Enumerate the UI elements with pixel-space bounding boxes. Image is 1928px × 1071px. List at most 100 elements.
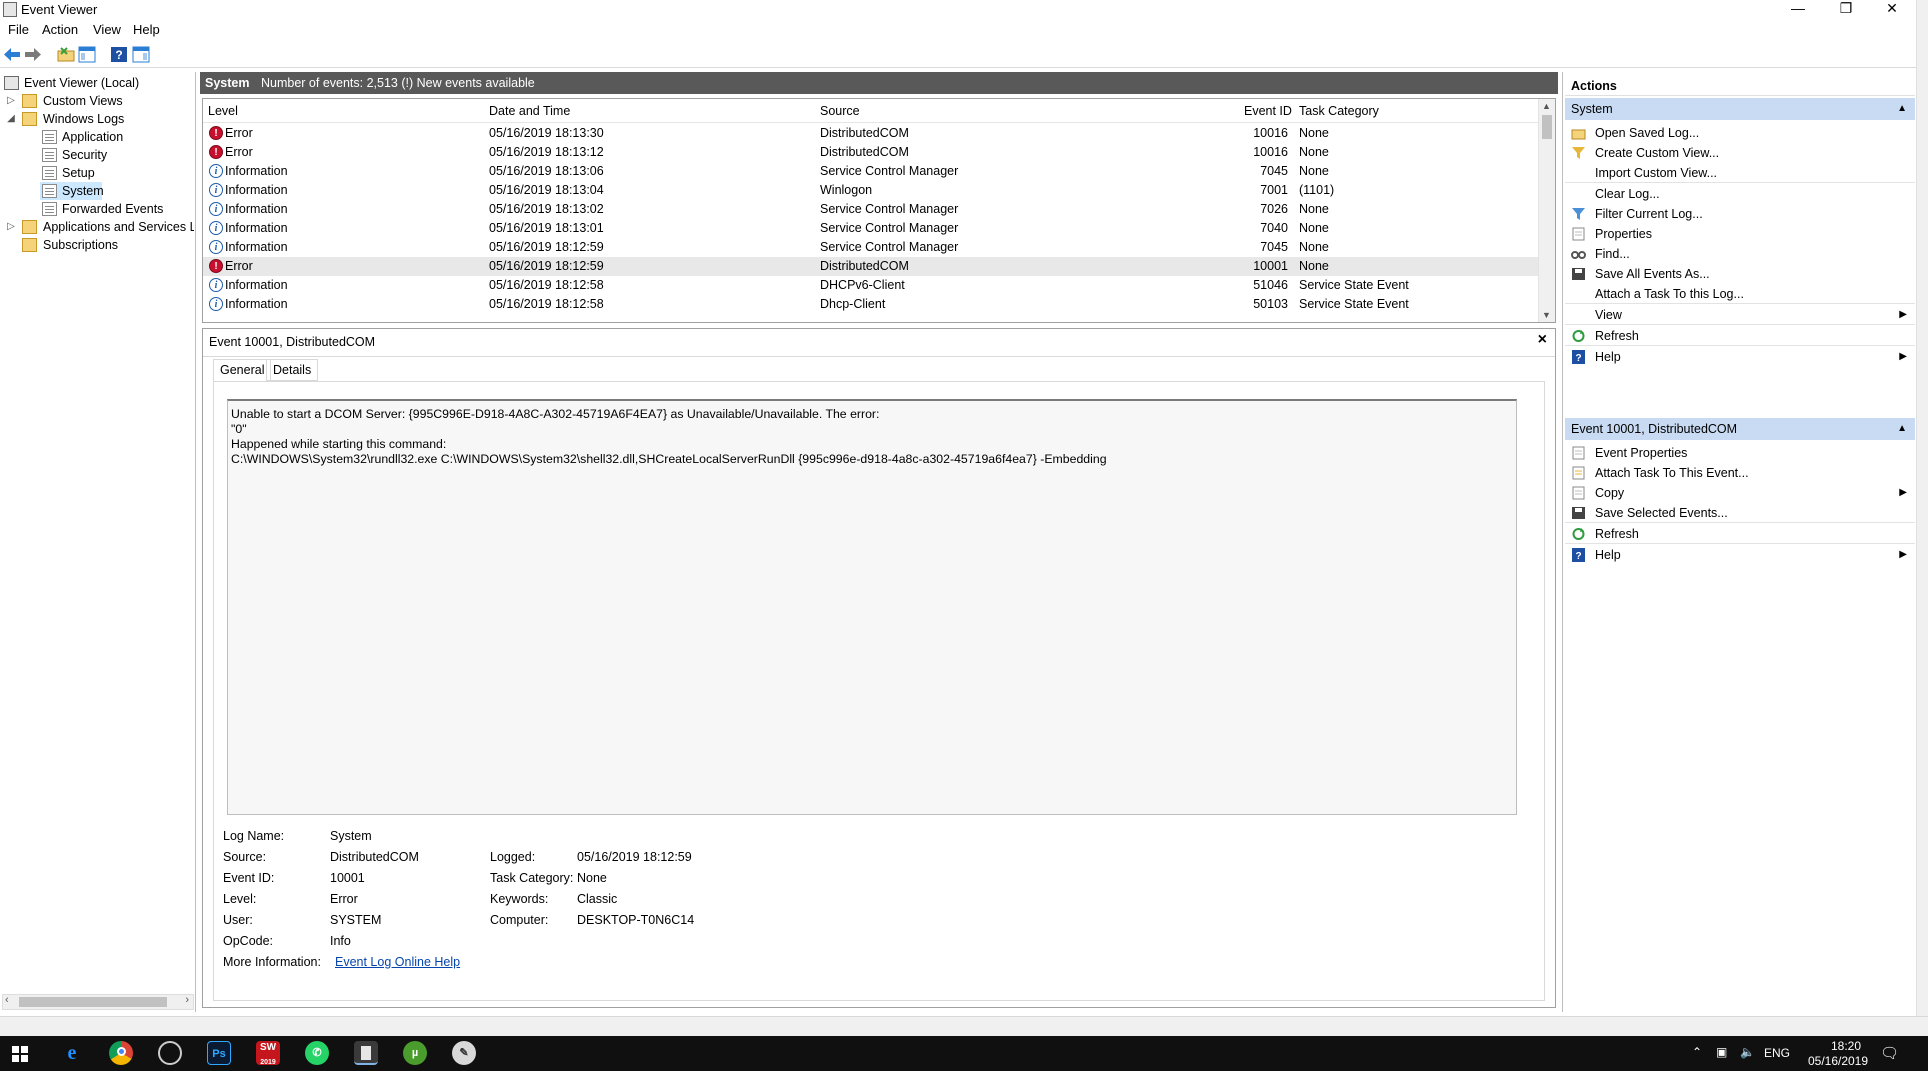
action-attach-a-task-to-this-log[interactable]: Attach a Task To this Log...	[1565, 283, 1915, 305]
action-import-custom-view[interactable]: Import Custom View...	[1565, 162, 1915, 184]
action-view[interactable]: View ▶	[1565, 304, 1915, 326]
open-folder-icon[interactable]	[57, 46, 75, 63]
action-open-saved-log[interactable]: Open Saved Log...	[1565, 122, 1915, 144]
column-task-category[interactable]: Task Category	[1299, 104, 1379, 118]
action-label: Open Saved Log...	[1595, 126, 1700, 140]
table-row[interactable]: i Information 05/16/2019 18:12:59 Service C…	[203, 238, 1539, 257]
action-refresh[interactable]: Refresh	[1565, 325, 1915, 347]
table-row[interactable]: i Information 05/16/2019 18:12:58 Dhcp-Clie…	[203, 295, 1539, 314]
svg-text:?: ?	[115, 48, 122, 62]
action-save-selected-events[interactable]: Save Selected Events...	[1565, 502, 1915, 524]
action-filter-current-log[interactable]: Filter Current Log...	[1565, 203, 1915, 225]
action-save-all-events-as[interactable]: Save All Events As...	[1565, 263, 1915, 285]
menu-file[interactable]: File	[8, 22, 29, 37]
back-arrow-icon[interactable]	[3, 46, 21, 63]
tab-details[interactable]: Details	[266, 359, 319, 381]
scroll-thumb[interactable]	[1542, 115, 1552, 139]
language-indicator[interactable]: ENG	[1764, 1046, 1790, 1060]
show-hide-tree-icon[interactable]	[78, 46, 96, 63]
actions-section-event[interactable]: Event 10001, DistributedCOM ▲	[1565, 418, 1915, 440]
column-date-time[interactable]: Date and Time	[489, 104, 570, 118]
log-name: System	[205, 76, 250, 90]
minimize-button[interactable]: —	[1776, 0, 1820, 18]
event-log-online-help-link[interactable]: Event Log Online Help	[335, 955, 460, 969]
close-detail-icon[interactable]: ×	[1538, 331, 1547, 349]
chevron-left-icon[interactable]: ‹	[5, 994, 9, 1006]
action-attach-task-to-this-event[interactable]: Attach Task To This Event...	[1565, 462, 1915, 484]
whatsapp-icon[interactable]: ✆	[305, 1041, 329, 1065]
table-row[interactable]: ! Error 05/16/2019 18:13:12 DistributedCOM 1…	[203, 143, 1539, 162]
windows-start-icon[interactable]	[12, 1046, 28, 1062]
utorrent-icon[interactable]: µ	[403, 1041, 427, 1065]
column-event-id[interactable]: Event ID	[1244, 104, 1292, 118]
clock-date[interactable]: 05/16/2019	[1800, 1054, 1876, 1068]
taskbar: e Ps SW 2019 ✆ µ ✎ ⌃ ▣ 🔈 ENG 18:20 05/16…	[0, 1036, 1928, 1071]
chevron-up-icon[interactable]: ▲	[1542, 101, 1551, 111]
show-hide-action-pane-icon[interactable]	[132, 46, 150, 63]
action-clear-log[interactable]: Clear Log...	[1565, 183, 1915, 205]
table-row[interactable]: i Information 05/16/2019 18:13:01 Service C…	[203, 219, 1539, 238]
tree-label-setup: Setup	[62, 166, 95, 180]
table-row[interactable]: ! Error 05/16/2019 18:12:59 DistributedCOM 1…	[203, 257, 1539, 276]
solidworks-2019-icon[interactable]: SW 2019	[256, 1041, 280, 1066]
chevron-down-icon[interactable]: ▼	[1542, 310, 1551, 320]
notifications-icon[interactable]: 🗨	[1880, 1044, 1899, 1062]
label-log-name: Log Name:	[223, 829, 285, 843]
restore-button[interactable]: ❐	[1824, 0, 1868, 18]
menu-help[interactable]: Help	[133, 22, 160, 37]
chevron-up-icon[interactable]: ⌃	[1692, 1045, 1702, 1059]
cell-source: DistributedCOM	[820, 145, 909, 159]
menu-action[interactable]: Action	[42, 22, 78, 37]
event-viewer-taskbar-icon[interactable]	[354, 1041, 378, 1065]
table-row[interactable]: ! Error 05/16/2019 18:13:30 DistributedCOM 1…	[203, 124, 1539, 143]
help-icon[interactable]: ?	[110, 46, 128, 63]
action-help[interactable]: ? Help ▶	[1565, 346, 1915, 368]
event-list-vertical-scrollbar[interactable]: ▲ ▼	[1538, 99, 1555, 322]
chevron-right-icon[interactable]: ›	[185, 994, 189, 1006]
chevron-down-icon[interactable]: ◢	[6, 110, 16, 128]
actions-section-system[interactable]: System ▲	[1565, 98, 1915, 120]
table-row[interactable]: i Information 05/16/2019 18:13:02 Service C…	[203, 200, 1539, 219]
event-description[interactable]: Unable to start a DCOM Server: {995C996E…	[227, 399, 1517, 815]
tree-horizontal-scrollbar[interactable]: ‹ ›	[2, 994, 194, 1010]
photoshop-icon[interactable]: Ps	[207, 1041, 231, 1065]
chevron-right-icon[interactable]: ▷	[6, 92, 16, 110]
scroll-thumb[interactable]	[19, 997, 167, 1007]
action-help[interactable]: ? Help ▶	[1565, 544, 1915, 566]
tree-node-system[interactable]: System	[40, 182, 104, 200]
volume-icon[interactable]: 🔈	[1740, 1045, 1755, 1059]
tree-node-apps-services[interactable]: ▷ Applications and Services Lo	[4, 218, 194, 236]
network-icon[interactable]: ▣	[1716, 1045, 1727, 1059]
action-create-custom-view[interactable]: Create Custom View...	[1565, 142, 1915, 164]
action-find[interactable]: Find...	[1565, 243, 1915, 265]
chevron-up-icon[interactable]: ▲	[1897, 98, 1907, 120]
menu-view[interactable]: View	[93, 22, 121, 37]
table-row[interactable]: i Information 05/16/2019 18:12:58 DHCPv6-Cl…	[203, 276, 1539, 295]
edge-browser-icon[interactable]: e	[60, 1041, 84, 1065]
forward-arrow-icon[interactable]	[24, 46, 42, 63]
obs-app-icon[interactable]	[158, 1041, 182, 1065]
navigation-tree: Event Viewer (Local) ▷ Custom Views ◢ Wi…	[0, 72, 196, 1012]
paint-app-icon[interactable]: ✎	[452, 1041, 476, 1065]
action-properties[interactable]: Properties	[1565, 223, 1915, 245]
table-row[interactable]: i Information 05/16/2019 18:13:04 Winlogon 7…	[203, 181, 1539, 200]
chrome-browser-icon[interactable]	[109, 1041, 133, 1065]
right-edge-scrollbar[interactable]	[1916, 0, 1928, 1040]
column-level[interactable]: Level	[208, 104, 238, 118]
chevron-right-icon[interactable]: ▷	[6, 218, 16, 236]
tree-label-subscriptions: Subscriptions	[43, 238, 119, 252]
attach-task-icon	[1572, 466, 1585, 480]
action-event-properties[interactable]: Event Properties	[1565, 442, 1915, 464]
cell-date-time: 05/16/2019 18:13:06	[489, 164, 604, 178]
column-source[interactable]: Source	[820, 104, 860, 118]
chevron-up-icon[interactable]: ▲	[1897, 418, 1907, 440]
table-row[interactable]: i Information 05/16/2019 18:13:06 Service C…	[203, 162, 1539, 181]
action-refresh[interactable]: Refresh	[1565, 523, 1915, 545]
information-icon: i	[209, 240, 223, 254]
log-icon	[42, 148, 57, 162]
tab-general[interactable]: General	[213, 359, 272, 382]
value-user: SYSTEM	[330, 913, 382, 927]
action-copy[interactable]: Copy ▶	[1565, 482, 1915, 504]
close-button[interactable]: ✕	[1870, 0, 1914, 18]
clock-time[interactable]: 18:20	[1816, 1039, 1876, 1053]
